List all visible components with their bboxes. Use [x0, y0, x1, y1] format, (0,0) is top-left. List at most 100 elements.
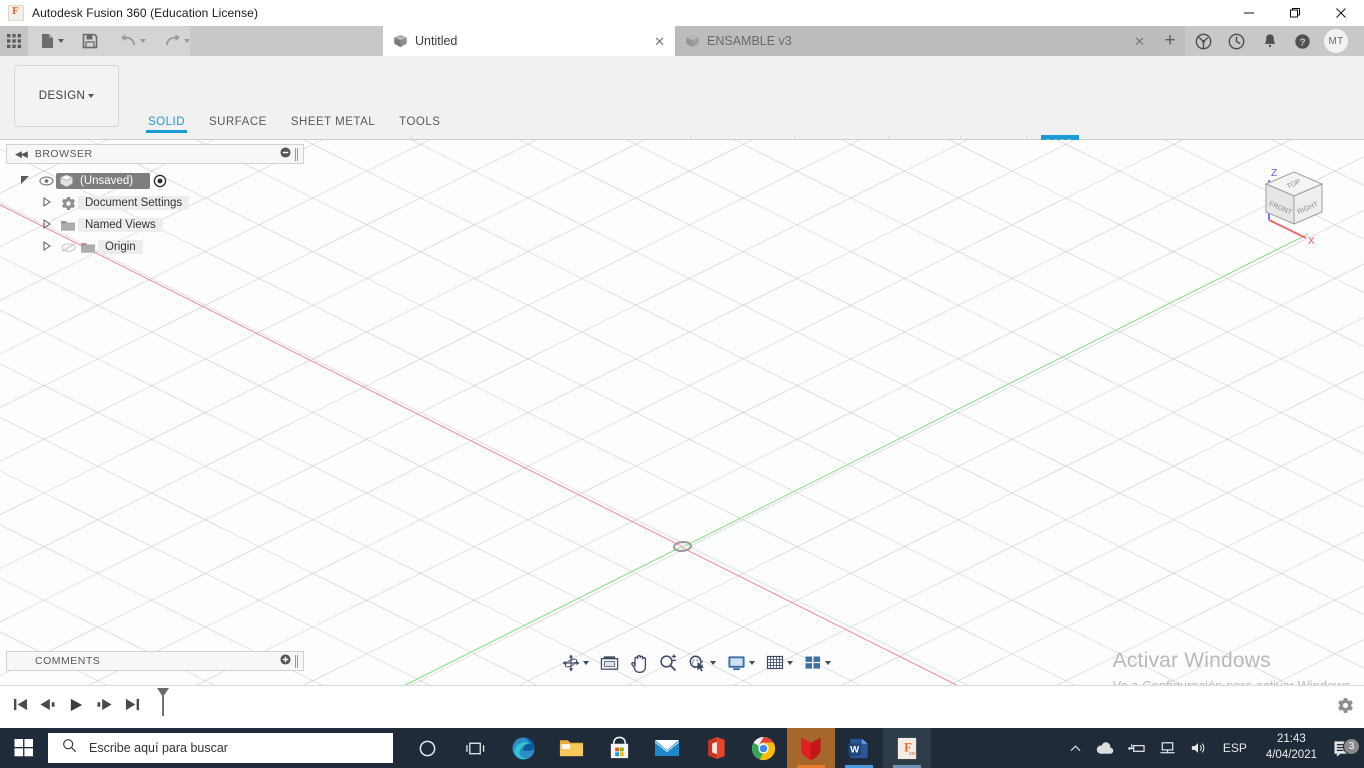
office-icon[interactable] [691, 728, 739, 768]
undo-icon[interactable] [114, 26, 152, 56]
file-explorer-icon[interactable] [547, 728, 595, 768]
tree-row-named-views[interactable]: Named Views [14, 214, 304, 236]
tab-tools[interactable]: TOOLS [387, 116, 452, 133]
action-center-icon[interactable]: 3 [1327, 737, 1364, 757]
collapsed-arrow-icon[interactable] [36, 196, 58, 210]
tree-item-unsaved[interactable]: (Unsaved) [56, 173, 151, 189]
volume-icon[interactable] [1183, 741, 1214, 755]
grid-snaps-icon[interactable] [764, 651, 795, 675]
document-tab-close-icon[interactable]: ✕ [640, 35, 665, 48]
go-to-beginning-icon[interactable] [8, 686, 32, 724]
zoom-window-dropdown-caret[interactable] [710, 661, 716, 665]
windows-activation-watermark: Activar Windows Ve a Configuración para … [1113, 649, 1354, 685]
mcafee-icon[interactable] [787, 728, 835, 768]
show-hidden-icons-icon[interactable] [1063, 744, 1088, 753]
view-cube[interactable]: Z X TOP FRONT RIGHT [1254, 158, 1334, 247]
look-at-icon[interactable] [598, 651, 621, 675]
go-to-end-icon[interactable] [120, 686, 144, 724]
app-grid-icon[interactable] [0, 26, 28, 56]
document-tab-ensamble[interactable]: ENSAMBLE v3 ✕ [675, 26, 1155, 56]
document-tab-untitled[interactable]: Untitled ✕ [383, 26, 675, 56]
new-file-dropdown-caret[interactable] [58, 39, 64, 43]
tab-surface-label: SURFACE [209, 116, 267, 128]
radio-target-icon[interactable] [150, 174, 170, 188]
zoom-icon[interactable] [657, 651, 679, 675]
minimize-button[interactable] [1226, 0, 1272, 26]
redo-dropdown-caret[interactable] [184, 39, 190, 43]
network-icon[interactable] [1152, 741, 1183, 755]
tree-item-document-settings[interactable]: Document Settings [78, 196, 190, 210]
taskbar-search-box[interactable]: Escribe aquí para buscar [48, 733, 393, 763]
job-status-icon[interactable] [1220, 26, 1253, 56]
orbit-dropdown-caret[interactable] [583, 661, 589, 665]
document-tab-close-icon-2[interactable]: ✕ [1120, 35, 1145, 48]
collapse-left-icon[interactable]: ◀◀ [15, 149, 28, 160]
tree-item-origin[interactable]: Origin [98, 240, 143, 254]
task-view-icon[interactable] [451, 728, 499, 768]
panel-resize-grip[interactable] [295, 147, 299, 161]
notifications-bell-icon[interactable] [1253, 26, 1286, 56]
new-tab-button[interactable]: + [1155, 26, 1185, 56]
step-forward-icon[interactable] [92, 686, 116, 724]
timeline-settings-gear-icon[interactable] [1337, 686, 1354, 724]
tree-row-document-settings[interactable]: Document Settings [14, 192, 304, 214]
microsoft-store-icon[interactable] [595, 728, 643, 768]
add-comment-icon[interactable] [280, 654, 291, 668]
display-settings-dropdown-caret[interactable] [749, 661, 755, 665]
orbit-icon[interactable] [560, 651, 591, 675]
viewports-dropdown-caret[interactable] [825, 661, 831, 665]
tab-sheet-metal[interactable]: SHEET METAL [279, 116, 387, 133]
help-icon[interactable]: ? [1286, 26, 1319, 56]
onedrive-icon[interactable] [1088, 741, 1121, 755]
axis-green-positive [682, 233, 1309, 548]
comments-panel-header[interactable]: COMMENTS [6, 651, 304, 671]
workspace-switcher-design[interactable]: DESIGN [14, 65, 119, 127]
maximize-button[interactable] [1272, 0, 1318, 26]
redo-icon[interactable] [158, 26, 196, 56]
new-file-icon[interactable] [34, 26, 70, 56]
grid-snaps-dropdown-caret[interactable] [787, 661, 793, 665]
tree-item-named-views[interactable]: Named Views [78, 218, 163, 232]
taskbar-search-placeholder: Escribe aquí para buscar [89, 741, 228, 755]
undo-dropdown-caret[interactable] [140, 39, 146, 43]
svg-text:?: ? [1299, 37, 1305, 48]
minimize-panel-icon[interactable] [280, 147, 291, 161]
user-avatar[interactable]: MT [1324, 29, 1348, 53]
usb-device-icon[interactable] [1121, 741, 1152, 755]
browser-panel-header[interactable]: ◀◀ BROWSER [6, 144, 304, 164]
play-icon[interactable] [64, 686, 88, 724]
language-indicator[interactable]: ESP [1214, 741, 1256, 755]
save-icon[interactable] [76, 26, 104, 56]
comments-title: COMMENTS [35, 655, 101, 667]
data-panel-icon[interactable] [1187, 26, 1220, 56]
fusion360-taskbar-icon[interactable]: F 360 [883, 728, 931, 768]
tree-row-unsaved[interactable]: (Unsaved) [14, 170, 304, 192]
design-dropdown-caret[interactable] [88, 94, 95, 98]
collapsed-arrow-icon-2[interactable] [36, 218, 58, 232]
taskbar-clock[interactable]: 21:43 4/04/2021 [1256, 732, 1327, 763]
display-settings-icon[interactable] [725, 651, 757, 675]
microsoft-edge-icon[interactable] [499, 728, 547, 768]
mail-icon[interactable] [643, 728, 691, 768]
tree-row-origin[interactable]: Origin [14, 236, 304, 258]
comments-resize-grip[interactable] [295, 654, 299, 668]
expanded-arrow-icon[interactable] [14, 175, 36, 188]
viewports-icon[interactable] [802, 651, 833, 675]
windows-start-icon[interactable] [0, 728, 48, 768]
eye-hidden-icon[interactable] [58, 242, 78, 253]
tab-surface[interactable]: SURFACE [197, 116, 279, 133]
tab-solid[interactable]: SOLID [136, 116, 197, 133]
zoom-window-icon[interactable] [686, 651, 718, 675]
clock-date: 4/04/2021 [1265, 749, 1317, 761]
microsoft-word-icon[interactable]: W [835, 728, 883, 768]
fusion360-window: Autodesk Fusion 360 (Education License) [0, 0, 1364, 768]
step-back-icon[interactable] [36, 686, 60, 724]
close-button[interactable] [1318, 0, 1364, 26]
cortana-icon[interactable] [403, 728, 451, 768]
eye-icon[interactable] [36, 176, 56, 186]
google-chrome-icon[interactable] [739, 728, 787, 768]
collapsed-arrow-icon-3[interactable] [36, 240, 58, 254]
timeline-marker-icon[interactable] [154, 687, 172, 722]
pan-icon[interactable] [628, 651, 650, 675]
taskbar-items: W F 360 [403, 728, 931, 768]
